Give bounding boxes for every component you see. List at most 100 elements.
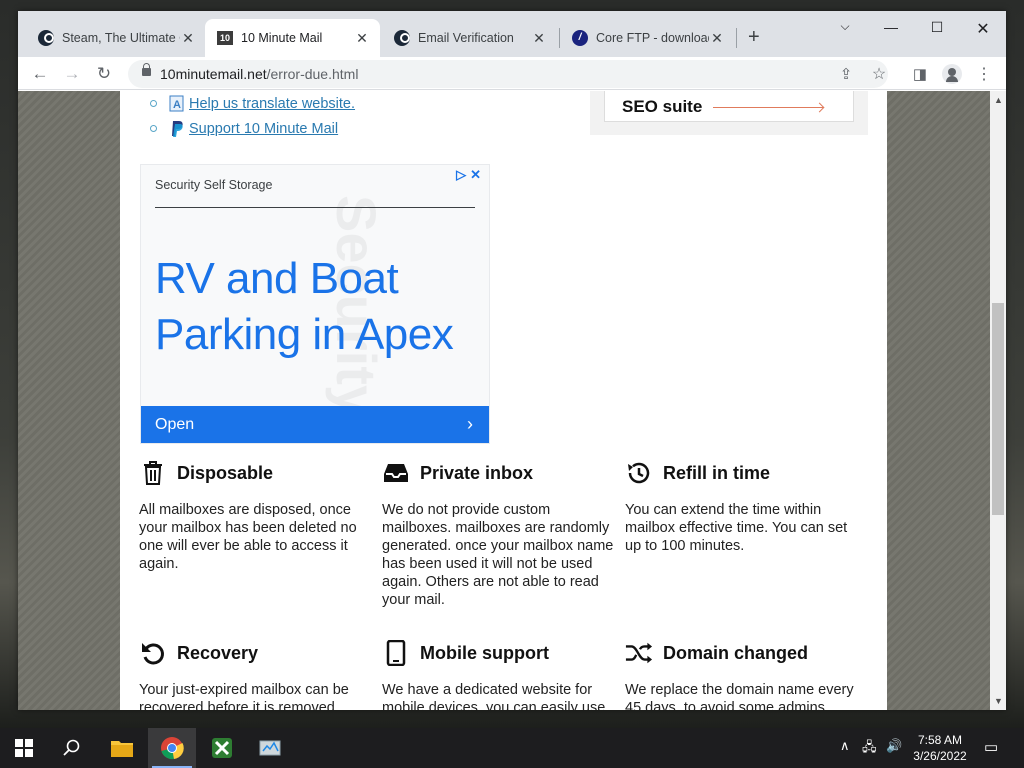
windows-start-icon[interactable] [0, 728, 48, 768]
translate-icon: A [169, 95, 185, 113]
steam-icon [394, 30, 410, 46]
address-bar[interactable]: 10minutemail.net/error-due.html ⇪ ☆ [128, 60, 888, 88]
tab-title: Email Verification [418, 31, 514, 45]
advertisement[interactable]: Security ▷✕ Security Self Storage RV and… [140, 164, 490, 444]
tab-search-chevron-icon[interactable]: ⌵ [822, 19, 868, 34]
tab-10-minute-mail[interactable]: 10 10 Minute Mail ✕ [205, 19, 380, 57]
feature-title: Private inbox [420, 462, 534, 483]
close-tab-icon[interactable]: ✕ [180, 30, 196, 47]
network-app-icon[interactable] [246, 728, 294, 768]
tab-core-ftp[interactable]: / Core FTP - download ✕ [560, 19, 735, 57]
feature-mobile-support: Mobile support We have a dedicated websi… [382, 639, 614, 710]
feature-description: Your just-expired mailbox can be recover… [139, 682, 349, 710]
search-icon[interactable] [48, 728, 96, 768]
trash-icon [139, 459, 167, 487]
volume-icon[interactable]: 🔊 [886, 738, 902, 754]
scroll-down-arrow-icon[interactable]: ▼ [994, 696, 1003, 706]
10minutemail-icon: 10 [217, 30, 233, 46]
clock-date: 3/26/2022 [913, 749, 967, 763]
tab-strip: Steam, The Ultimate C ✕ 10 10 Minute Mai… [18, 11, 1006, 57]
profile-avatar-icon[interactable] [941, 63, 963, 85]
feature-description: You can extend the time within mailbox e… [625, 502, 848, 554]
feature-recovery: Recovery Your just-expired mailbox can b… [139, 639, 371, 711]
file-explorer-icon[interactable] [98, 728, 146, 768]
tab-email-verification[interactable]: Email Verification ✕ [382, 19, 557, 57]
seo-ad-panel: SEO suite [590, 91, 868, 135]
paypal-icon [169, 120, 185, 138]
feature-disposable: Disposable All mailboxes are disposed, o… [139, 459, 371, 573]
tab-title: Core FTP - download [596, 31, 709, 45]
page-content: A Help us translate website. Support 10 … [120, 91, 887, 710]
vertical-scrollbar[interactable]: ▲ ▼ [990, 91, 1006, 710]
feature-title: Disposable [177, 462, 274, 483]
ad-divider [155, 207, 475, 208]
ad-headline[interactable]: RV and Boat Parking in Apex [155, 251, 485, 363]
inbox-icon [382, 459, 410, 487]
seo-suite-text: SEO suite [622, 97, 703, 116]
coreftp-icon: / [572, 30, 588, 46]
chrome-icon[interactable] [148, 728, 196, 768]
scrollbar-thumb[interactable] [992, 303, 1004, 515]
feature-title: Domain changed [663, 642, 809, 663]
link-list: A Help us translate website. Support 10 … [138, 91, 355, 141]
ad-advertiser: Security Self Storage [155, 178, 273, 192]
chevron-right-icon: › [467, 414, 473, 434]
feature-domain-changed: Domain changed We replace the domain nam… [625, 639, 857, 711]
list-item: Support 10 Minute Mail [138, 116, 355, 141]
feature-description: All mailboxes are disposed, once your ma… [139, 502, 357, 572]
page-viewport: A Help us translate website. Support 10 … [18, 91, 990, 710]
lock-icon [142, 63, 151, 76]
close-tab-icon[interactable]: ✕ [531, 30, 547, 47]
xbox-app-icon[interactable] [198, 728, 246, 768]
tab-separator [736, 28, 737, 48]
arrow-right-icon [713, 107, 823, 108]
feature-description: We replace the domain name every 45 days… [625, 682, 854, 710]
new-tab-button[interactable]: + [748, 27, 760, 47]
history-icon [625, 459, 653, 487]
mobile-icon [382, 639, 410, 667]
tab-title: 10 Minute Mail [241, 31, 323, 45]
bookmark-star-icon[interactable]: ☆ [868, 63, 890, 85]
feature-title: Refill in time [663, 462, 771, 483]
close-window-button[interactable]: ✕ [960, 19, 1006, 39]
tab-steam[interactable]: Steam, The Ultimate C ✕ [26, 19, 206, 57]
url-text: 10minutemail.net/error-due.html [160, 66, 359, 82]
support-link[interactable]: Support 10 Minute Mail [189, 121, 338, 137]
feature-title: Mobile support [420, 642, 549, 663]
maximize-button[interactable]: ☐ [914, 19, 960, 36]
feature-title: Recovery [177, 642, 259, 663]
browser-toolbar: ← → ↻ 10minutemail.net/error-due.html ⇪ … [18, 57, 1006, 90]
forward-arrow-icon[interactable]: → [61, 63, 83, 85]
chevron-up-icon[interactable]: ∧ [840, 738, 850, 754]
close-tab-icon[interactable]: ✕ [709, 30, 725, 47]
feature-private-inbox: Private inbox We do not provide custom m… [382, 459, 614, 609]
seo-suite-banner[interactable]: SEO suite [604, 91, 854, 122]
feature-description: We do not provide custom mailboxes. mail… [382, 502, 614, 608]
translate-link[interactable]: Help us translate website. [189, 96, 355, 112]
steam-icon [38, 30, 54, 46]
ad-open-button[interactable]: Open › [141, 406, 489, 443]
reload-icon[interactable]: ↻ [93, 63, 115, 85]
tab-title: Steam, The Ultimate C [62, 31, 180, 45]
feature-refill-in-time: Refill in time You can extend the time w… [625, 459, 857, 555]
side-panel-icon[interactable]: ◨ [909, 63, 931, 85]
ad-open-label: Open [155, 416, 195, 433]
clock[interactable]: 7:58 AM 3/26/2022 [905, 732, 975, 764]
back-arrow-icon[interactable]: ← [29, 63, 51, 85]
taskbar: ∧ 🖧 🔊 7:58 AM 3/26/2022 ▭ [0, 728, 1024, 768]
network-icon[interactable]: 🖧 [862, 738, 877, 760]
scroll-up-arrow-icon[interactable]: ▲ [994, 95, 1003, 105]
list-item: A Help us translate website. [138, 91, 355, 116]
more-menu-icon[interactable]: ⋮ [973, 63, 995, 85]
svg-text:A: A [173, 99, 181, 111]
feature-description: We have a dedicated website for mobile d… [382, 682, 606, 710]
shuffle-icon [625, 639, 653, 667]
close-tab-icon[interactable]: ✕ [354, 30, 370, 47]
notifications-icon[interactable]: ▭ [984, 738, 998, 756]
undo-icon [139, 639, 167, 667]
clock-time: 7:58 AM [917, 733, 963, 747]
share-icon[interactable]: ⇪ [835, 63, 857, 85]
browser-window: Steam, The Ultimate C ✕ 10 10 Minute Mai… [18, 11, 1006, 710]
ad-choices-icon[interactable]: ▷✕ [456, 167, 485, 183]
minimize-button[interactable]: — [868, 19, 914, 35]
